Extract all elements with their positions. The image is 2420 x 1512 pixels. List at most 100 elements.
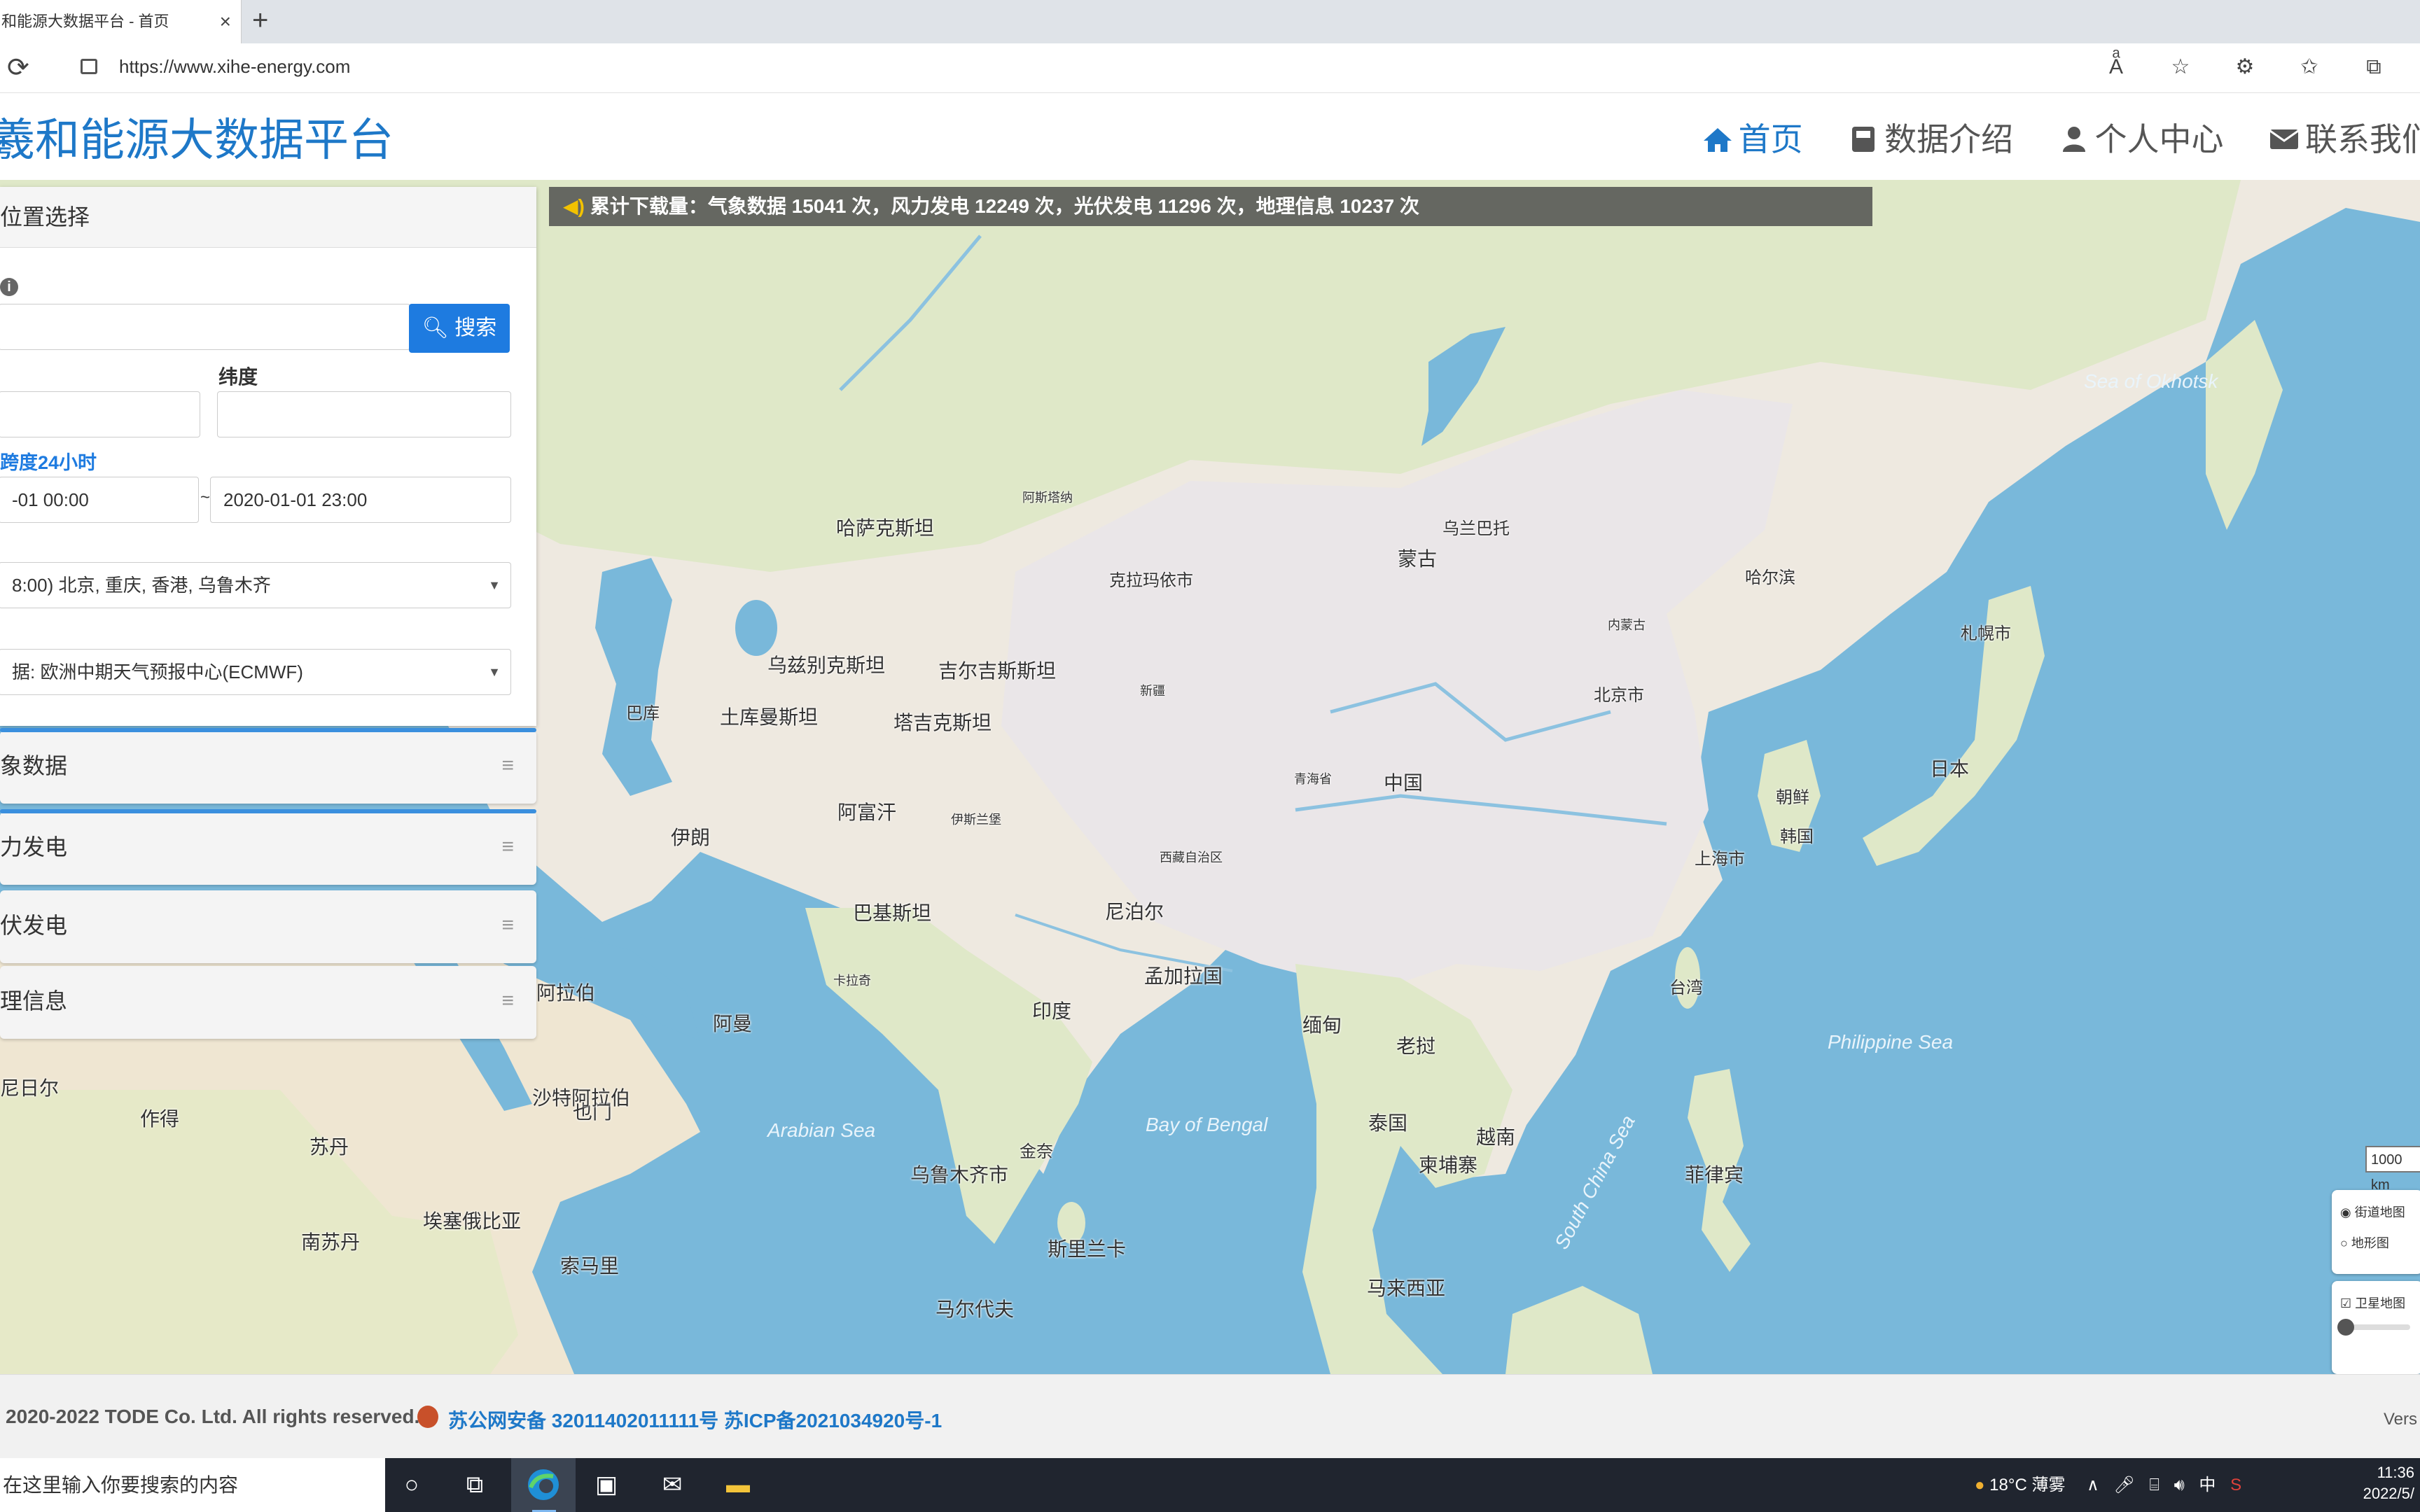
- tray-arrow-icon[interactable]: ∧: [2087, 1476, 2099, 1494]
- weather-icon[interactable]: ●: [1975, 1476, 1985, 1494]
- section-wind-power[interactable]: 力发电 ≡: [0, 809, 536, 885]
- microphone-icon[interactable]: 🎤︎: [2113, 1476, 2134, 1494]
- latitude-input[interactable]: [217, 391, 511, 438]
- extensions-icon[interactable]: ⚙: [2213, 55, 2277, 79]
- map-label: 斯里兰卡: [1048, 1238, 1127, 1260]
- map-label: 埃塞俄比亚: [423, 1210, 522, 1232]
- download-stats-text: 累计下载量：气象数据 15041 次，风力发电 12249 次，光伏发电 112…: [590, 195, 1419, 217]
- nav-data-intro[interactable]: 数据介绍: [1848, 114, 2013, 160]
- section-pv-power[interactable]: 伏发电 ≡: [0, 890, 536, 963]
- icp-link[interactable]: 苏公网安备 32011402011111号 苏ICP备2021034920号-1: [448, 1406, 942, 1434]
- home-icon: [1703, 128, 1732, 152]
- sea-label: Arabian Sea: [767, 1119, 876, 1141]
- timezone-select[interactable]: 8:00) 北京, 重庆, 香港, 乌鲁木齐 ▼: [0, 562, 511, 608]
- map-label: 柬埔寨: [1419, 1154, 1478, 1176]
- file-explorer-icon[interactable]: ▬: [720, 1466, 756, 1503]
- sea-label: Philippine Sea: [1828, 1031, 1954, 1053]
- span-hint: 跨度24小时: [0, 452, 97, 473]
- map-label: 南苏丹: [301, 1231, 361, 1253]
- section-highlight: [0, 728, 536, 732]
- task-view-icon[interactable]: ⧉: [457, 1466, 493, 1503]
- map-label: 卡拉奇: [833, 974, 871, 988]
- section-label: 力发电: [0, 834, 68, 860]
- download-stats-banner: ◀) 累计下载量：气象数据 15041 次，风力发电 12249 次，光伏发电 1…: [549, 187, 1872, 226]
- layer-terrain-label: 地形图: [2351, 1236, 2389, 1250]
- main-nav: 首页 数据介绍 个人中心 联系我们: [1660, 114, 2420, 160]
- end-time-input[interactable]: 2020-01-01 23:00: [210, 477, 511, 523]
- map-label: 印度: [1032, 1000, 1072, 1022]
- lock-icon[interactable]: [81, 59, 97, 74]
- close-tab-icon[interactable]: ×: [220, 0, 231, 43]
- map-label: 作得: [140, 1108, 180, 1130]
- map-label: 伊斯兰堡: [951, 813, 1001, 827]
- url-field[interactable]: https://www.xihe-energy.com: [119, 56, 350, 78]
- longitude-input[interactable]: [0, 391, 200, 438]
- map-label: 马尔代夫: [936, 1298, 1015, 1320]
- range-separator: ~: [200, 488, 211, 507]
- map-label: 苏丹: [310, 1136, 349, 1158]
- section-weather-data[interactable]: 象数据 ≡: [0, 728, 536, 804]
- map-label: 韩国: [1780, 827, 1814, 846]
- new-tab-button[interactable]: +: [252, 0, 268, 43]
- taskbar-search-input[interactable]: 在这里输入你要搜索的内容: [0, 1458, 385, 1512]
- land-japan: [1863, 586, 2045, 866]
- browser-tab[interactable]: 和能源大数据平台 - 首页 ×: [0, 0, 242, 43]
- favorite-add-icon[interactable]: ☆: [2148, 55, 2213, 79]
- volume-icon[interactable]: 🔊︎: [2174, 1476, 2185, 1494]
- nav-home[interactable]: 首页: [1702, 114, 1803, 160]
- layer-option-street[interactable]: ◉ 街道地图: [2340, 1203, 2420, 1221]
- map-label: 日本: [1930, 758, 1970, 780]
- land-kamchatka: [2206, 320, 2283, 530]
- location-search-input[interactable]: [0, 304, 410, 350]
- nav-personal-center[interactable]: 个人中心: [2059, 114, 2224, 160]
- layer-option-terrain[interactable]: ○ 地形图: [2340, 1233, 2420, 1252]
- map-label: 马来西亚: [1367, 1278, 1446, 1299]
- menu-icon[interactable]: ≡: [501, 731, 514, 801]
- opacity-slider[interactable]: [2337, 1319, 2410, 1336]
- latitude-label: 纬度: [218, 366, 258, 388]
- envelope-icon: [2269, 130, 2299, 149]
- menu-icon[interactable]: ≡: [501, 966, 514, 1036]
- taskbar-clock[interactable]: 11:36 2022/5/: [2363, 1462, 2414, 1504]
- map-label: 尼日尔: [0, 1077, 60, 1099]
- mail-icon[interactable]: ✉: [654, 1466, 690, 1503]
- data-source-select[interactable]: 据: 欧洲中期天气预报中心(ECMWF) ▼: [0, 649, 511, 695]
- slider-handle[interactable]: [2337, 1319, 2354, 1336]
- edge-taskbar-button[interactable]: [511, 1458, 576, 1512]
- browser-tab-strip: 和能源大数据平台 - 首页 × +: [0, 0, 2420, 43]
- edge-icon: [528, 1469, 559, 1500]
- chevron-down-icon: ▼: [488, 665, 501, 679]
- menu-icon[interactable]: ≡: [501, 890, 514, 960]
- reload-icon[interactable]: ⟳: [7, 52, 29, 83]
- weather-text[interactable]: 18°C 薄雾: [1989, 1476, 2065, 1494]
- favorites-icon[interactable]: ✩: [2277, 55, 2342, 79]
- section-geo-info[interactable]: 理信息 ≡: [0, 966, 536, 1039]
- store-icon[interactable]: ▣: [588, 1466, 625, 1503]
- address-bar: ⟳ https://www.xihe-energy.com Aͣ ☆ ⚙ ✩ ⧉: [0, 43, 2420, 93]
- search-button[interactable]: 🔍︎ 搜索: [409, 304, 510, 353]
- base-layer-switcher: ◉ 街道地图 ○ 地形图: [2332, 1190, 2420, 1274]
- info-icon[interactable]: i: [0, 278, 18, 296]
- map-label: 乌鲁木齐市: [910, 1164, 1009, 1186]
- copyright-text: 2020-2022 TODE Co. Ltd. All rights reser…: [6, 1406, 420, 1427]
- map-label: 西藏自治区: [1160, 850, 1223, 864]
- sogou-icon[interactable]: S: [2230, 1476, 2241, 1494]
- cortana-icon[interactable]: ○: [394, 1466, 430, 1503]
- satellite-toggle[interactable]: ☑ 卫星地图: [2340, 1294, 2420, 1312]
- network-icon[interactable]: ⌸: [2150, 1476, 2160, 1494]
- site-title[interactable]: 羲和能源大数据平台: [0, 104, 394, 169]
- collections-icon[interactable]: ⧉: [2342, 55, 2406, 79]
- map-label: 克拉玛依市: [1109, 571, 1193, 590]
- aral-sea: [735, 600, 777, 656]
- map-label: 蒙古: [1398, 548, 1438, 570]
- start-time-input[interactable]: -01 00:00: [0, 477, 199, 523]
- menu-icon[interactable]: ≡: [501, 812, 514, 882]
- map-label: 塔吉克斯坦: [893, 712, 992, 734]
- map-label: 乌兹别克斯坦: [767, 654, 886, 676]
- data-source-value: 据: 欧洲中期天气预报中心(ECMWF): [12, 662, 303, 682]
- nav-personal-center-label: 个人中心: [2094, 121, 2224, 158]
- ime-indicator[interactable]: 中: [2199, 1476, 2216, 1494]
- nav-contact[interactable]: 联系我们: [2269, 114, 2420, 160]
- system-tray: ● 18°C 薄雾 ∧ 🎤︎ ⌸ 🔊︎ 中 S: [1975, 1458, 2241, 1512]
- read-aloud-icon[interactable]: Aͣ: [2084, 55, 2148, 79]
